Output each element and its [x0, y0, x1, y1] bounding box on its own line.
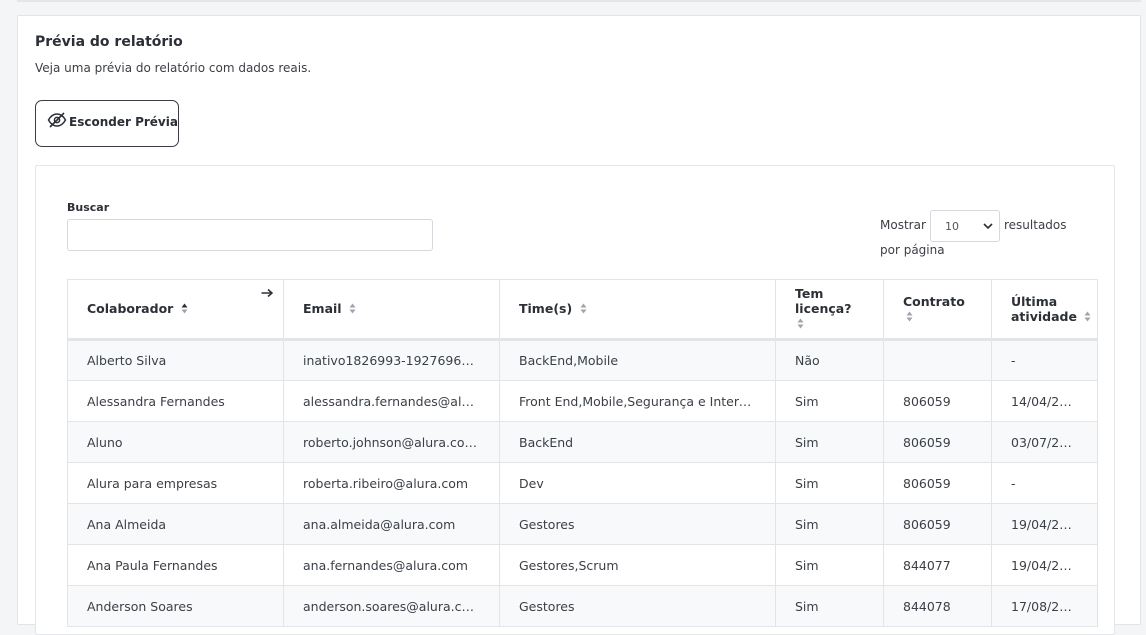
cell-times: Dev — [499, 462, 776, 504]
cell-times: BackEnd,Mobile — [499, 339, 776, 381]
cell-times: BackEnd — [499, 421, 776, 463]
cell-ultima-atividade: 19/04/20... — [991, 544, 1098, 586]
cell-licenca: Sim — [775, 503, 884, 545]
sort-arrows-icon — [580, 302, 587, 317]
cell-colaborador: Anderson Soares — [67, 585, 284, 627]
column-label: Tem licença? — [795, 286, 852, 316]
report-table-panel: Buscar Mostrar 10 resultados por página … — [35, 165, 1115, 635]
chevron-down-icon — [983, 220, 993, 233]
cell-ultima-atividade: 17/08/2023 — [991, 585, 1098, 627]
table-row: Alura para empresas roberta.ribeiro@alur… — [67, 462, 1098, 504]
arrow-right-icon[interactable] — [261, 286, 274, 301]
cell-licenca: Não — [775, 339, 884, 381]
table-row: Alberto Silva inativo1826993-1927696@...… — [67, 339, 1098, 381]
column-header-email[interactable]: Email — [283, 279, 500, 341]
cell-times: Gestores — [499, 585, 776, 627]
column-header-colaborador[interactable]: Colaborador — [67, 279, 284, 341]
per-page-value: 10 — [945, 219, 959, 233]
hide-preview-label: Esconder Prévia — [69, 114, 178, 129]
sort-arrows-icon — [906, 310, 913, 325]
card-subtitle: Veja uma prévia do relatório com dados r… — [35, 61, 312, 75]
report-table: Colaborador Email Time(s) Tem licença? C… — [67, 279, 1098, 627]
column-label: Email — [303, 301, 342, 316]
cell-licenca: Sim — [775, 421, 884, 463]
cell-contrato: 806059 — [883, 421, 992, 463]
cell-colaborador: Alberto Silva — [67, 339, 284, 381]
cell-ultima-atividade: 19/04/20... — [991, 503, 1098, 545]
sort-arrows-icon — [797, 317, 804, 332]
cell-licenca: Sim — [775, 585, 884, 627]
cell-email: roberta.ribeiro@alura.com — [283, 462, 500, 504]
cell-email: ana.fernandes@alura.com — [283, 544, 500, 586]
table-row: Aluno roberto.johnson@alura.com... BackE… — [67, 421, 1098, 463]
cell-colaborador: Ana Almeida — [67, 503, 284, 545]
cell-email: roberto.johnson@alura.com... — [283, 421, 500, 463]
cell-contrato — [883, 339, 992, 381]
card-title: Prévia do relatório — [35, 34, 183, 50]
table-row: Anderson Soares anderson.soares@alura.co… — [67, 585, 1098, 627]
cell-times: Gestores,Scrum — [499, 544, 776, 586]
cell-licenca: Sim — [775, 544, 884, 586]
sort-arrows-icon — [1084, 310, 1091, 325]
column-header-tem-licenca[interactable]: Tem licença? — [775, 279, 884, 341]
per-page-select[interactable]: 10 — [930, 210, 1000, 242]
cell-colaborador: Ana Paula Fernandes — [67, 544, 284, 586]
cell-licenca: Sim — [775, 462, 884, 504]
column-header-contrato[interactable]: Contrato — [883, 279, 992, 341]
table-row: Ana Almeida ana.almeida@alura.com Gestor… — [67, 503, 1098, 545]
column-label: Time(s) — [519, 301, 573, 316]
cell-contrato: 844078 — [883, 585, 992, 627]
sort-arrows-icon — [349, 302, 356, 317]
per-page-suffix-line2: por página — [880, 243, 945, 257]
cell-ultima-atividade: 03/07/20... — [991, 421, 1098, 463]
table-row: Alessandra Fernandes alessandra.fernande… — [67, 380, 1098, 422]
cell-ultima-atividade: - — [991, 462, 1098, 504]
eye-slash-icon — [47, 112, 69, 131]
per-page-suffix: resultados — [1004, 218, 1067, 232]
cell-licenca: Sim — [775, 380, 884, 422]
cell-colaborador: Aluno — [67, 421, 284, 463]
column-label: Colaborador — [87, 301, 174, 316]
cell-colaborador: Alessandra Fernandes — [67, 380, 284, 422]
search-input[interactable] — [67, 219, 433, 251]
cell-email: ana.almeida@alura.com — [283, 503, 500, 545]
cell-contrato: 806059 — [883, 503, 992, 545]
cell-times: Gestores — [499, 503, 776, 545]
top-divider — [17, 0, 1141, 2]
sort-asc-icon — [181, 302, 188, 317]
column-label: Contrato — [903, 293, 965, 309]
table-header-row: Colaborador Email Time(s) Tem licença? C… — [67, 279, 1098, 341]
cell-ultima-atividade: 14/04/20... — [991, 380, 1098, 422]
cell-email: alessandra.fernandes@alur... — [283, 380, 500, 422]
cell-email: inativo1826993-1927696@... — [283, 339, 500, 381]
cell-colaborador: Alura para empresas — [67, 462, 284, 504]
cell-ultima-atividade: - — [991, 339, 1098, 381]
column-label: Última atividade — [1011, 293, 1077, 324]
per-page-prefix: Mostrar — [880, 218, 926, 232]
column-header-times[interactable]: Time(s) — [499, 279, 776, 341]
hide-preview-button[interactable]: Esconder Prévia — [35, 100, 179, 147]
cell-contrato: 844077 — [883, 544, 992, 586]
cell-contrato: 806059 — [883, 462, 992, 504]
cell-email: anderson.soares@alura.com — [283, 585, 500, 627]
search-label: Buscar — [67, 201, 110, 214]
cell-times: Front End,Mobile,Segurança e Internet — [499, 380, 776, 422]
cell-contrato: 806059 — [883, 380, 992, 422]
column-header-ultima-atividade[interactable]: Última atividade — [991, 279, 1098, 341]
report-preview-card: Prévia do relatório Veja uma prévia do r… — [17, 15, 1141, 635]
table-row: Ana Paula Fernandes ana.fernandes@alura.… — [67, 544, 1098, 586]
